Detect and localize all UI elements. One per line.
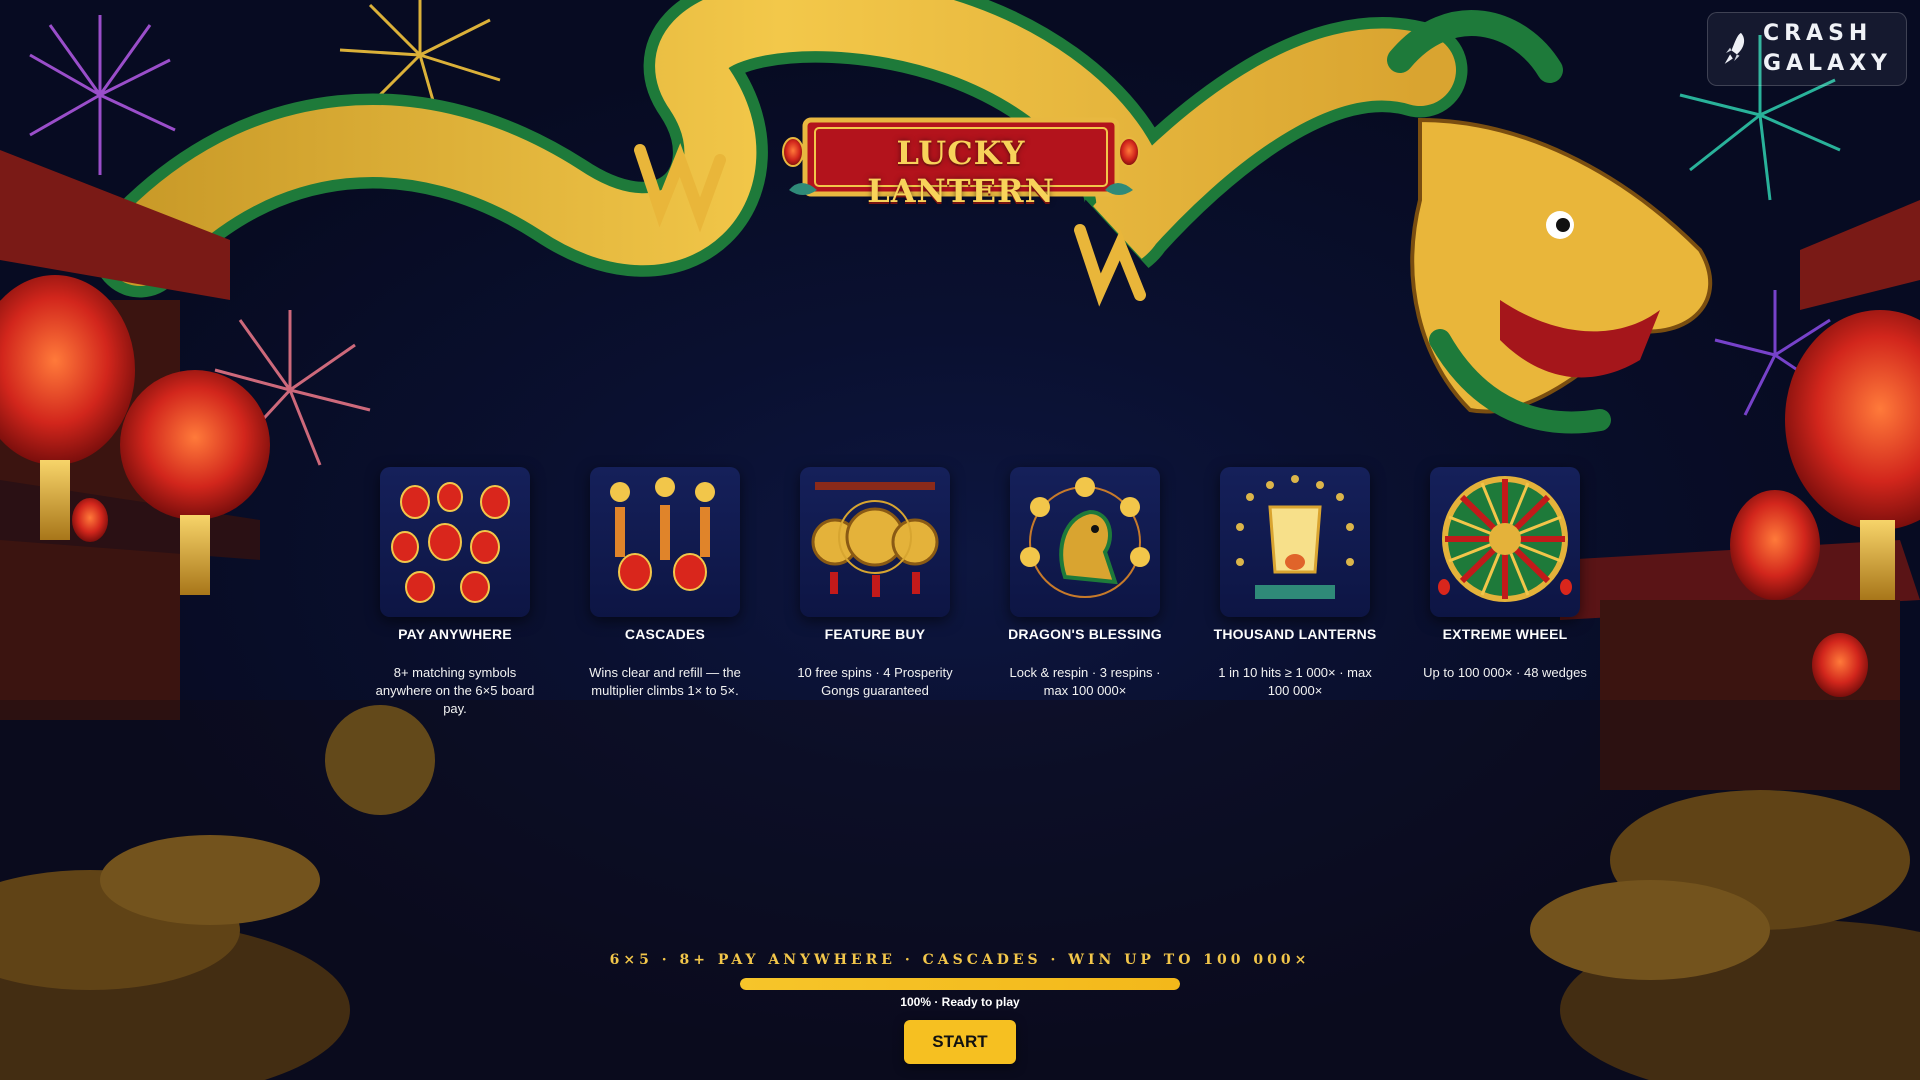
- feature-description: Up to 100 000× · 48 wedges: [1423, 665, 1587, 680]
- firework-purple: [29, 15, 176, 175]
- start-button[interactable]: START: [904, 1020, 1016, 1064]
- sky-lantern-icon: [1220, 467, 1370, 617]
- rocket-icon: [1724, 32, 1745, 64]
- feature-title: EXTREME WHEEL: [1442, 626, 1568, 642]
- feature-extreme-wheel: EXTREME WHEEL Up to 100 000× · 48 wedges: [1405, 467, 1605, 682]
- feature-title: THOUSAND LANTERNS: [1213, 626, 1377, 642]
- feature-list: PAY ANYWHERE 8+ matching symbols anywher…: [355, 467, 1587, 727]
- feature-title: CASCADES: [624, 626, 706, 642]
- dragon-icon: [1010, 467, 1160, 617]
- cascade-lanterns-icon: [590, 467, 740, 617]
- loading-status: 100% · Ready to play: [900, 995, 1020, 1009]
- brand-logo: CRASH GALAXY: [1707, 12, 1907, 86]
- brand-line-1: CRASH: [1762, 21, 1873, 46]
- feature-description: Wins clear and refill — the multiplier c…: [589, 665, 741, 698]
- feature-dragons-blessing: DRAGON'S BLESSING Lock & respin · 3 resp…: [985, 467, 1185, 700]
- feature-cascades: CASCADES Wins clear and refill — the mul…: [565, 467, 765, 700]
- game-title: LUCKY LANTERN: [867, 134, 1055, 210]
- feature-description: 8+ matching symbols anywhere on the 6×5 …: [375, 665, 535, 716]
- brand-name: CRASH GALAXY: [1763, 19, 1892, 79]
- dragon-art: [92, 0, 1713, 434]
- wheel-icon: [1430, 467, 1580, 617]
- feature-description: 10 free spins · 4 Prosperity Gongs guara…: [797, 665, 953, 698]
- feature-title: PAY ANYWHERE: [398, 626, 512, 642]
- feature-title: DRAGON'S BLESSING: [1008, 626, 1162, 642]
- game-tagline: 6×5 · 8+ PAY ANYWHERE · CASCADES · WIN U…: [609, 952, 1311, 968]
- feature-description: 1 in 10 hits ≥ 1 000× · max 100 000×: [1218, 665, 1372, 698]
- feature-feature-buy: FEATURE BUY 10 free spins · 4 Prosperity…: [775, 467, 975, 700]
- feature-pay-anywhere: PAY ANYWHERE 8+ matching symbols anywher…: [355, 467, 555, 718]
- loading-progress-bar: [740, 978, 1180, 990]
- lanterns-icon: [380, 467, 530, 617]
- game-title-banner: LUCKY LANTERN: [781, 112, 1141, 210]
- loading-progress-fill: [740, 978, 1180, 990]
- feature-title: FEATURE BUY: [824, 626, 926, 642]
- brand-line-2: GALAXY: [1762, 51, 1892, 76]
- feature-thousand-lanterns: THOUSAND LANTERNS 1 in 10 hits ≥ 1 000× …: [1195, 467, 1395, 700]
- feature-description: Lock & respin · 3 respins · max 100 000×: [1009, 665, 1161, 698]
- gongs-icon: [800, 467, 950, 617]
